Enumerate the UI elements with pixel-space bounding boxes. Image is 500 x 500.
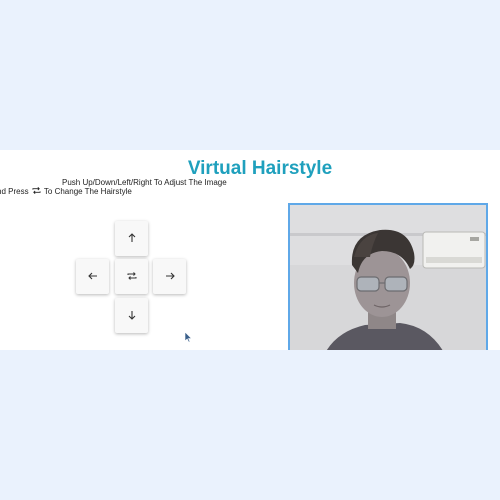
page-title: Virtual Hairstyle [187, 158, 333, 179]
camera-preview [288, 203, 488, 350]
change-hairstyle-button[interactable] [115, 259, 148, 294]
move-left-button[interactable] [76, 259, 109, 294]
swap-icon [127, 268, 137, 286]
webcam-image [290, 205, 486, 350]
arrow-left-icon [87, 268, 98, 286]
instruction-change-prefix: nd Press [0, 187, 29, 196]
move-right-button[interactable] [153, 259, 186, 294]
instruction-change-suffix: To Change The Hairstyle [43, 187, 132, 196]
app-panel: Virtual Hairstyle Push Up/Down/Left/Righ… [0, 150, 500, 350]
instruction-change: nd Press To Change The Hairstyle [0, 186, 132, 196]
swap-icon [32, 186, 41, 195]
move-up-button[interactable] [115, 221, 148, 256]
air-conditioner [422, 231, 486, 269]
arrow-right-icon [165, 268, 175, 286]
move-down-button[interactable] [115, 298, 148, 333]
arrow-up-icon [127, 230, 137, 248]
mouse-cursor-icon [184, 330, 193, 343]
arrow-down-icon [127, 307, 137, 325]
